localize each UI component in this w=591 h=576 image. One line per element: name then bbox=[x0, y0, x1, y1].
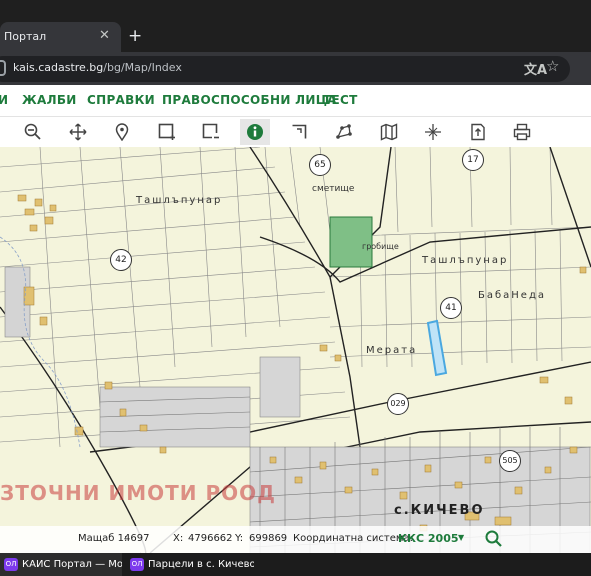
map-label-merata: Мерата bbox=[366, 345, 418, 356]
pan-icon bbox=[69, 123, 87, 141]
location-button[interactable] bbox=[107, 119, 137, 145]
polygon-button[interactable] bbox=[329, 119, 359, 145]
menu-item-licensed-persons[interactable]: ПРАВОСПОСОБНИ ЛИЦА bbox=[162, 93, 337, 107]
cadastral-map[interactable]: Ташлъпунар Ташлъпунар БабаНеда Мерата см… bbox=[0, 147, 591, 553]
map-label-smetishte: сметище bbox=[312, 184, 355, 194]
map-status-bar: Мащаб 1: 4697 X: 4796662 Y: 699869 Коорд… bbox=[0, 526, 591, 553]
cadastre-page: И ЖАЛБИ СПРАВКИ ПРАВОСПОСОБНИ ЛИЦА ТЕСТ bbox=[0, 85, 591, 553]
parcel-number[interactable]: 17 bbox=[462, 149, 484, 171]
x-coordinate: 4796662 bbox=[188, 533, 233, 544]
export-icon bbox=[471, 123, 485, 141]
search-button[interactable] bbox=[484, 529, 504, 552]
print-icon bbox=[513, 123, 531, 141]
top-menu: И ЖАЛБИ СПРАВКИ ПРАВОСПОСОБНИ ЛИЦА ТЕСТ bbox=[0, 85, 591, 117]
tab-title: Портал bbox=[4, 30, 47, 43]
close-icon[interactable]: ✕ bbox=[99, 28, 110, 43]
crosshair-button[interactable] bbox=[418, 119, 448, 145]
y-label: Y: bbox=[235, 533, 244, 544]
bookmark-star-icon[interactable]: ☆ bbox=[546, 57, 559, 75]
export-button[interactable] bbox=[463, 119, 493, 145]
zoom-out-button[interactable] bbox=[18, 119, 48, 145]
menu-item-partial[interactable]: И bbox=[0, 93, 8, 107]
crs-select[interactable]: ККС 2005 bbox=[398, 532, 459, 545]
corner-select-button[interactable] bbox=[285, 119, 315, 145]
parcel-number[interactable]: 029 bbox=[387, 393, 409, 415]
polygon-icon bbox=[336, 124, 352, 139]
browser-tab[interactable]: Портал ✕ bbox=[0, 22, 121, 52]
taskbar-item[interactable]: ОЛ КАИС Портал — Мо... bbox=[0, 553, 122, 576]
map-label-tashlapunar-west: Ташлъпунар bbox=[136, 195, 223, 206]
taskbar-item-label: КАИС Портал — Мо... bbox=[22, 559, 122, 570]
url-text[interactable]: kais.cadastre.bg/bg/Map/Index bbox=[13, 61, 182, 74]
menu-item-test[interactable]: ТЕСТ bbox=[323, 93, 358, 107]
parcel-number[interactable]: 42 bbox=[110, 249, 132, 271]
app-icon: ОЛ bbox=[130, 558, 144, 571]
crosshair-icon bbox=[425, 124, 441, 140]
scale-value: 4697 bbox=[124, 533, 150, 544]
watermark-text: ЗТОЧНИ ИМОТИ РООД bbox=[0, 481, 276, 505]
new-tab-button[interactable]: + bbox=[128, 26, 142, 46]
zoom-out-icon bbox=[24, 123, 41, 140]
select-rectangle-icon bbox=[158, 123, 175, 140]
selected-parcel[interactable] bbox=[426, 319, 448, 377]
map-book-button[interactable] bbox=[374, 119, 404, 145]
select-remove-button[interactable] bbox=[196, 119, 226, 145]
select-rectangle-button[interactable] bbox=[152, 119, 182, 145]
search-icon bbox=[485, 530, 502, 547]
select-remove-icon bbox=[202, 123, 219, 139]
parcel-number[interactable]: 41 bbox=[440, 297, 462, 319]
pan-button[interactable] bbox=[63, 119, 93, 145]
menu-item-references[interactable]: СПРАВКИ bbox=[87, 93, 155, 107]
browser-tab-strip: Портал ✕ + bbox=[0, 0, 591, 52]
corner-select-icon bbox=[292, 124, 307, 139]
taskbar-item[interactable]: ОЛ Парцели в с. Кичево... bbox=[126, 553, 254, 576]
info-icon bbox=[247, 124, 263, 140]
location-pin-icon bbox=[115, 123, 129, 141]
menu-item-complaints[interactable]: ЖАЛБИ bbox=[22, 93, 77, 107]
chevron-down-icon[interactable]: ▼ bbox=[458, 533, 464, 542]
village-label: с.КИЧЕВО bbox=[394, 503, 485, 518]
map-toolbar bbox=[0, 117, 591, 147]
scale-label: Мащаб 1: bbox=[78, 533, 128, 544]
print-button[interactable] bbox=[507, 119, 537, 145]
map-label-babaneda: БабаНеда bbox=[478, 290, 546, 301]
app-icon: ОЛ bbox=[4, 558, 18, 571]
translate-icon[interactable]: 文A bbox=[524, 59, 547, 78]
map-book-icon bbox=[380, 123, 398, 141]
parcel-number[interactable]: 65 bbox=[309, 154, 331, 176]
taskbar: ОЛ КАИС Портал — Мо... ОЛ Парцели в с. К… bbox=[0, 553, 591, 576]
y-coordinate: 699869 bbox=[249, 533, 288, 544]
crs-label: Координатна система: bbox=[293, 533, 413, 544]
map-label-grobishte: гробище bbox=[362, 242, 399, 251]
x-label: X: bbox=[173, 533, 184, 544]
lock-icon[interactable] bbox=[0, 60, 6, 76]
info-button[interactable] bbox=[240, 119, 270, 145]
taskbar-item-label: Парцели в с. Кичево... bbox=[148, 559, 254, 570]
map-label-tashlapunar-east: Ташлъпунар bbox=[422, 255, 509, 266]
parcel-number[interactable]: 505 bbox=[499, 450, 521, 472]
